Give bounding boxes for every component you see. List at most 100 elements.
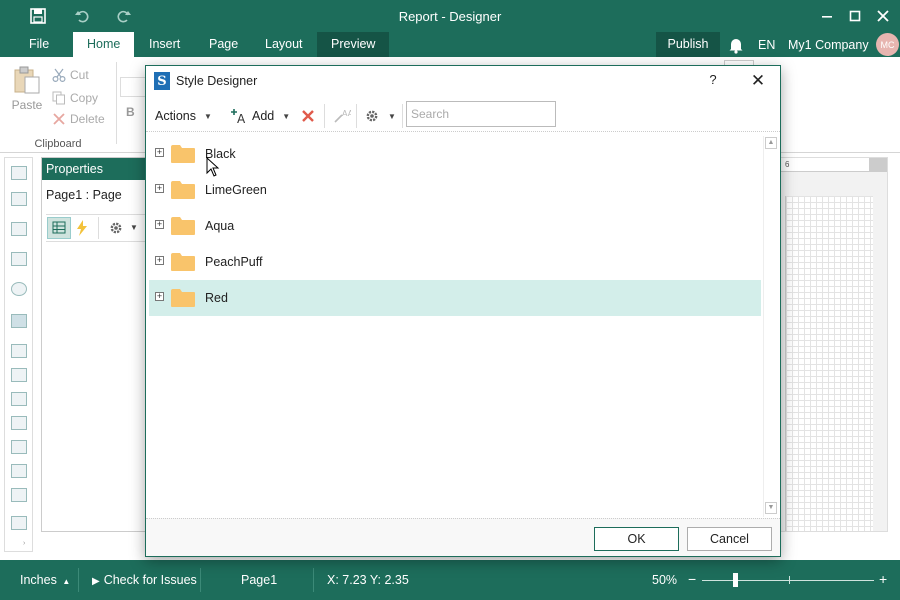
cut-label: Cut xyxy=(70,68,89,82)
chevron-down-icon: ▼ xyxy=(282,111,291,121)
expand-icon[interactable]: + xyxy=(155,148,164,157)
status-divider xyxy=(313,568,314,592)
tree-node-aqua[interactable]: + Aqua xyxy=(149,208,761,244)
title-bar: Report - Designer xyxy=(0,0,900,32)
tab-insert[interactable]: Insert xyxy=(135,32,194,57)
scroll-down-icon[interactable]: ▼ xyxy=(765,502,777,514)
close-icon[interactable] xyxy=(870,4,896,28)
style-properties-button[interactable]: AA xyxy=(333,106,351,126)
toolbox-more-icon[interactable]: › xyxy=(23,540,25,547)
scroll-up-icon[interactable]: ▲ xyxy=(765,137,777,149)
tree-node-limegreen[interactable]: + LimeGreen xyxy=(149,172,761,208)
properties-settings-gear-icon[interactable] xyxy=(108,220,124,239)
toolbar-divider xyxy=(356,104,357,128)
expand-icon[interactable]: + xyxy=(155,184,164,193)
properties-settings-chevron-down-icon[interactable]: ▼ xyxy=(130,223,138,232)
avatar[interactable]: MC xyxy=(876,33,899,56)
copy-button[interactable]: Copy xyxy=(52,88,98,108)
tree-node-peachpuff[interactable]: + PeachPuff xyxy=(149,244,761,280)
properties-grid-icon[interactable] xyxy=(47,217,71,239)
zoom-slider-track[interactable] xyxy=(702,580,874,581)
expand-icon[interactable]: + xyxy=(155,256,164,265)
cancel-button[interactable]: Cancel xyxy=(687,527,772,551)
check-issues-button[interactable]: ▶ Check for Issues xyxy=(92,573,197,587)
publish-button[interactable]: Publish xyxy=(656,32,720,57)
style-designer-dialog: S Style Designer ? ✕ Actions ▼ A Add ▼ A… xyxy=(145,65,781,557)
tab-preview[interactable]: Preview xyxy=(317,32,390,57)
report-title-icon[interactable] xyxy=(11,344,27,358)
page-header-icon[interactable] xyxy=(11,368,27,382)
zoom-slider-thumb[interactable] xyxy=(733,573,738,587)
zoom-level[interactable]: 50% xyxy=(652,573,677,587)
actions-menu-button[interactable]: Actions ▼ xyxy=(155,106,212,126)
dialog-close-icon[interactable]: ✕ xyxy=(746,70,770,92)
bold-button[interactable]: B xyxy=(126,105,135,119)
folder-icon xyxy=(171,289,195,307)
zoom-slider-mid-tick xyxy=(789,576,790,584)
svg-text:A: A xyxy=(237,112,246,124)
properties-panel: Properties Page1 : Page ▼ xyxy=(41,157,153,532)
databand-icon[interactable] xyxy=(11,488,27,502)
delete-button[interactable]: Delete xyxy=(52,109,105,129)
bell-icon[interactable] xyxy=(727,36,745,54)
undo-icon[interactable] xyxy=(70,6,94,26)
company-name[interactable]: My1 Company xyxy=(788,38,869,52)
delete-x-icon xyxy=(302,110,314,122)
paste-label: Paste xyxy=(11,98,43,112)
delete-style-button[interactable] xyxy=(300,106,316,126)
text-icon[interactable] xyxy=(11,392,27,406)
summary-icon[interactable] xyxy=(11,516,27,530)
header-icon[interactable] xyxy=(11,440,27,454)
events-icon[interactable] xyxy=(76,220,88,239)
properties-toolbar: ▼ xyxy=(46,214,152,242)
tree-node-black[interactable]: + Black xyxy=(149,136,761,172)
redo-icon[interactable] xyxy=(112,6,136,26)
maximize-icon[interactable] xyxy=(842,4,868,28)
ribbon-divider xyxy=(116,62,117,144)
units-selector[interactable]: Inches ▲ xyxy=(20,573,70,587)
add-style-button[interactable]: A Add ▼ xyxy=(230,106,290,126)
zoom-in-icon[interactable]: + xyxy=(879,571,887,587)
add-label: Add xyxy=(252,109,275,123)
cut-button[interactable]: Cut xyxy=(52,65,89,85)
folder-icon xyxy=(171,217,195,235)
search-input[interactable] xyxy=(406,101,556,127)
band-icon[interactable] xyxy=(11,166,27,180)
expand-icon[interactable]: + xyxy=(155,220,164,229)
tab-file[interactable]: File xyxy=(15,32,63,57)
tree-scrollbar[interactable]: ▲ ▼ xyxy=(763,136,777,517)
tree-node-label: Black xyxy=(205,147,236,161)
expand-icon[interactable]: + xyxy=(155,292,164,301)
help-button[interactable]: ? xyxy=(701,72,725,92)
rich-text-icon[interactable] xyxy=(11,416,27,430)
zoom-out-icon[interactable]: − xyxy=(688,571,696,587)
font-name-combo[interactable] xyxy=(120,77,146,97)
settings-menu-button[interactable]: ▼ xyxy=(364,106,396,126)
footer-icon[interactable] xyxy=(11,464,27,478)
properties-title: Properties xyxy=(42,158,152,180)
report-canvas[interactable]: 6 xyxy=(780,157,888,532)
cross-band-icon[interactable] xyxy=(11,192,27,206)
ok-button[interactable]: OK xyxy=(594,527,679,551)
language-selector[interactable]: EN xyxy=(758,38,775,52)
delete-icon xyxy=(53,113,65,125)
barcode-icon[interactable] xyxy=(11,252,27,266)
puzzle-icon[interactable] xyxy=(11,314,27,328)
clipboard-group-label: Clipboard xyxy=(34,138,82,150)
save-icon[interactable] xyxy=(26,6,50,26)
panel-icon[interactable] xyxy=(11,222,27,236)
paste-icon xyxy=(14,66,40,94)
paste-button[interactable]: Paste xyxy=(10,65,44,112)
tab-layout[interactable]: Layout xyxy=(251,32,317,57)
page-grid[interactable] xyxy=(785,196,873,531)
minimize-icon[interactable] xyxy=(814,4,840,28)
tab-home[interactable]: Home xyxy=(73,32,135,57)
tab-page[interactable]: Page xyxy=(195,32,252,57)
dialog-toolbar: Actions ▼ A Add ▼ AA ▼ xyxy=(146,100,780,132)
current-page[interactable]: Page1 xyxy=(241,573,277,587)
shapes-icon[interactable] xyxy=(11,282,27,296)
dialog-title-bar: S Style Designer ? ✕ xyxy=(146,66,780,96)
properties-selected-object[interactable]: Page1 : Page xyxy=(46,188,122,202)
tree-node-red[interactable]: + Red xyxy=(149,280,761,316)
cursor-coordinates: X: 7.23 Y: 2.35 xyxy=(327,573,409,587)
